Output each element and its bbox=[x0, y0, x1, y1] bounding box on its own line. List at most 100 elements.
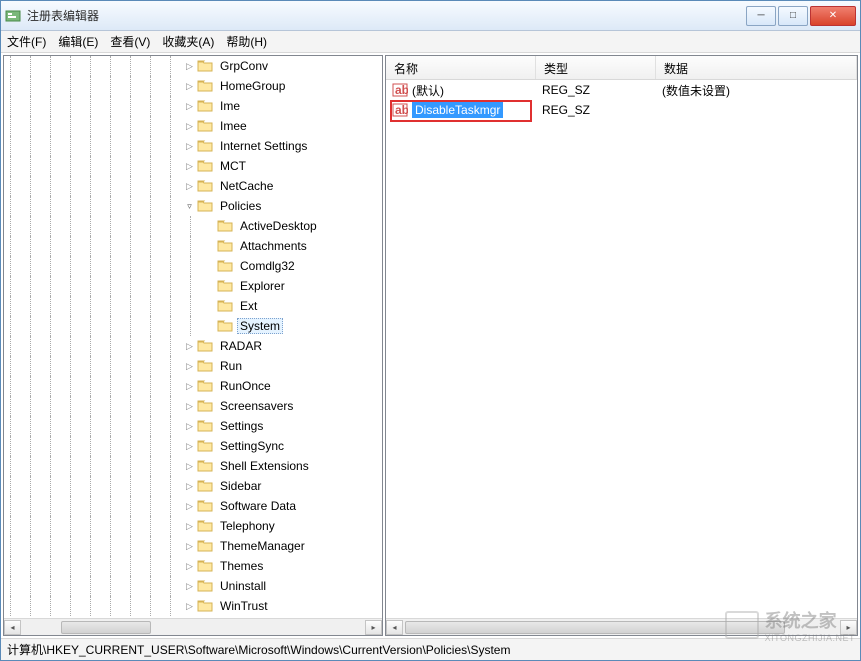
expander-icon[interactable] bbox=[184, 121, 195, 132]
expander-icon[interactable] bbox=[184, 461, 195, 472]
expander-icon[interactable] bbox=[184, 81, 195, 92]
expander-icon[interactable] bbox=[184, 401, 195, 412]
tree-node[interactable]: Ext bbox=[4, 296, 382, 316]
folder-icon bbox=[197, 539, 213, 553]
folder-icon bbox=[197, 159, 213, 173]
tree-node[interactable]: Software Data bbox=[4, 496, 382, 516]
close-button[interactable]: ✕ bbox=[810, 6, 856, 26]
tree-node-label: Themes bbox=[217, 558, 266, 574]
tree-node[interactable]: Settings bbox=[4, 416, 382, 436]
value-row[interactable]: ab(默认)REG_SZ(数值未设置) bbox=[386, 80, 857, 100]
tree-node[interactable]: HomeGroup bbox=[4, 76, 382, 96]
tree-node[interactable]: Sidebar bbox=[4, 476, 382, 496]
expander-icon[interactable] bbox=[184, 521, 195, 532]
folder-icon bbox=[217, 299, 233, 313]
tree-node[interactable]: Imee bbox=[4, 116, 382, 136]
tree-node[interactable]: Uninstall bbox=[4, 576, 382, 596]
expander-none bbox=[204, 261, 215, 272]
tree-node-label: Settings bbox=[217, 418, 266, 434]
scroll-track[interactable] bbox=[403, 620, 840, 635]
tree-hscrollbar[interactable]: ◂ ▸ bbox=[4, 618, 382, 635]
col-name[interactable]: 名称 bbox=[386, 56, 536, 79]
col-type[interactable]: 类型 bbox=[536, 56, 656, 79]
tree-node[interactable]: Attachments bbox=[4, 236, 382, 256]
expander-icon[interactable] bbox=[184, 361, 195, 372]
value-type: REG_SZ bbox=[542, 83, 590, 97]
tree-node-label: Ime bbox=[217, 98, 243, 114]
scroll-track[interactable] bbox=[21, 620, 365, 635]
expander-icon[interactable] bbox=[184, 141, 195, 152]
expander-icon[interactable] bbox=[184, 61, 195, 72]
minimize-button[interactable]: ─ bbox=[746, 6, 776, 26]
tree-node[interactable]: System bbox=[4, 316, 382, 336]
folder-icon bbox=[197, 519, 213, 533]
expander-icon[interactable] bbox=[184, 101, 195, 112]
tree-node[interactable]: Screensavers bbox=[4, 396, 382, 416]
tree-node[interactable]: WinTrust bbox=[4, 596, 382, 616]
tree-node[interactable]: NetCache bbox=[4, 176, 382, 196]
expander-icon[interactable] bbox=[184, 541, 195, 552]
tree-node[interactable]: Explorer bbox=[4, 276, 382, 296]
tree-node-label: ThemeManager bbox=[217, 538, 308, 554]
tree-node-label: Internet Settings bbox=[217, 138, 310, 154]
tree-node[interactable]: Internet Settings bbox=[4, 136, 382, 156]
tree-node[interactable]: Run bbox=[4, 356, 382, 376]
expander-icon[interactable] bbox=[184, 501, 195, 512]
scroll-thumb[interactable] bbox=[61, 621, 151, 634]
tree-node-label: MCT bbox=[217, 158, 249, 174]
tree-pane: GrpConv HomeGroup Ime Imee Internet Settings… bbox=[3, 55, 383, 636]
string-value-icon: ab bbox=[392, 82, 408, 98]
folder-icon bbox=[197, 119, 213, 133]
tree-node[interactable]: GrpConv bbox=[4, 56, 382, 76]
menu-favorites[interactable]: 收藏夹(A) bbox=[162, 33, 214, 50]
tree-node[interactable]: RunOnce bbox=[4, 376, 382, 396]
menu-view[interactable]: 查看(V) bbox=[110, 33, 150, 50]
value-data: (数值未设置) bbox=[662, 82, 730, 99]
expander-icon[interactable] bbox=[184, 201, 195, 212]
expander-icon[interactable] bbox=[184, 441, 195, 452]
tree-node-label: GrpConv bbox=[217, 58, 271, 74]
menu-file[interactable]: 文件(F) bbox=[7, 33, 46, 50]
scroll-left-button[interactable]: ◂ bbox=[4, 620, 21, 635]
values-hscrollbar[interactable]: ◂ ▸ bbox=[386, 618, 857, 635]
tree-node[interactable]: Comdlg32 bbox=[4, 256, 382, 276]
folder-icon bbox=[217, 279, 233, 293]
tree-node[interactable]: MCT bbox=[4, 156, 382, 176]
tree-node[interactable]: SettingSync bbox=[4, 436, 382, 456]
scroll-thumb[interactable] bbox=[405, 621, 785, 634]
menubar: 文件(F) 编辑(E) 查看(V) 收藏夹(A) 帮助(H) bbox=[1, 31, 860, 53]
scroll-left-button[interactable]: ◂ bbox=[386, 620, 403, 635]
scroll-right-button[interactable]: ▸ bbox=[365, 620, 382, 635]
expander-icon[interactable] bbox=[184, 161, 195, 172]
maximize-button[interactable]: □ bbox=[778, 6, 808, 26]
col-data[interactable]: 数据 bbox=[656, 56, 857, 79]
expander-none bbox=[204, 221, 215, 232]
expander-icon[interactable] bbox=[184, 601, 195, 612]
values-pane: 名称 类型 数据 ab(默认)REG_SZ(数值未设置)abDisableTas… bbox=[385, 55, 858, 636]
tree-node[interactable]: Themes bbox=[4, 556, 382, 576]
tree-node-label: Screensavers bbox=[217, 398, 296, 414]
titlebar[interactable]: 注册表编辑器 ─ □ ✕ bbox=[1, 1, 860, 31]
menu-help[interactable]: 帮助(H) bbox=[226, 33, 267, 50]
tree-view[interactable]: GrpConv HomeGroup Ime Imee Internet Settings… bbox=[4, 56, 382, 618]
expander-icon[interactable] bbox=[184, 581, 195, 592]
tree-node-label: Attachments bbox=[237, 238, 310, 254]
folder-icon bbox=[197, 139, 213, 153]
expander-icon[interactable] bbox=[184, 561, 195, 572]
tree-node[interactable]: Ime bbox=[4, 96, 382, 116]
tree-node[interactable]: Policies bbox=[4, 196, 382, 216]
menu-edit[interactable]: 编辑(E) bbox=[58, 33, 98, 50]
values-list[interactable]: ab(默认)REG_SZ(数值未设置)abDisableTaskmgrREG_S… bbox=[386, 80, 857, 618]
expander-icon[interactable] bbox=[184, 381, 195, 392]
expander-icon[interactable] bbox=[184, 481, 195, 492]
expander-icon[interactable] bbox=[184, 341, 195, 352]
tree-node[interactable]: ThemeManager bbox=[4, 536, 382, 556]
scroll-right-button[interactable]: ▸ bbox=[840, 620, 857, 635]
expander-icon[interactable] bbox=[184, 421, 195, 432]
expander-icon[interactable] bbox=[184, 181, 195, 192]
tree-node[interactable]: Shell Extensions bbox=[4, 456, 382, 476]
tree-node[interactable]: RADAR bbox=[4, 336, 382, 356]
expander-none bbox=[204, 321, 215, 332]
tree-node[interactable]: ActiveDesktop bbox=[4, 216, 382, 236]
tree-node[interactable]: Telephony bbox=[4, 516, 382, 536]
